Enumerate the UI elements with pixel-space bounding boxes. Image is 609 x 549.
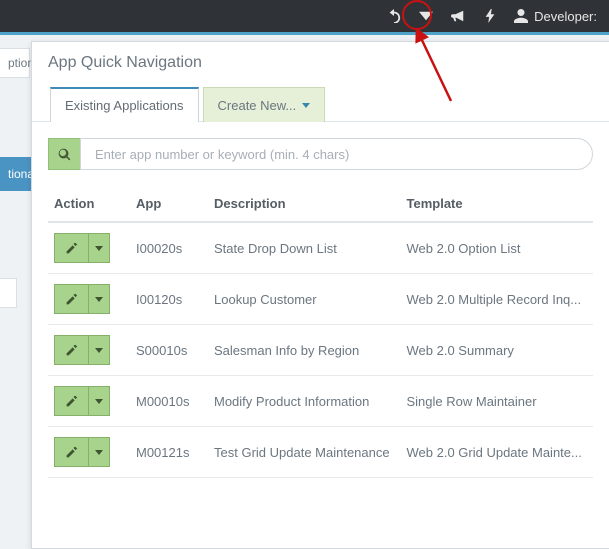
panel-title: App Quick Navigation [32, 42, 609, 86]
cell-app: S00010s [130, 325, 208, 376]
tab-create-new[interactable]: Create New... [203, 87, 326, 122]
col-app: App [130, 188, 208, 222]
table-row: I00120sLookup CustomerWeb 2.0 Multiple R… [48, 274, 593, 325]
col-description: Description [208, 188, 401, 222]
chevron-down-icon [95, 246, 103, 251]
search-input[interactable] [80, 138, 593, 170]
search-row [48, 138, 593, 170]
cell-app: I00120s [130, 274, 208, 325]
panel-body: Action App Description Template I00020sS… [32, 122, 609, 478]
cell-template: Web 2.0 Grid Update Mainte... [401, 427, 594, 478]
chevron-down-icon [302, 103, 310, 108]
bolt-icon[interactable] [476, 2, 504, 30]
table-header-row: Action App Description Template [48, 188, 593, 222]
nav-dropdown-caret-icon[interactable] [412, 2, 440, 30]
quick-nav-panel: App Quick Navigation Existing Applicatio… [31, 41, 609, 549]
cell-description: Test Grid Update Maintenance [208, 427, 401, 478]
topbar: Developer: [0, 0, 609, 32]
table-row: M00121sTest Grid Update MaintenanceWeb 2… [48, 427, 593, 478]
sidebar-fragment-active[interactable]: tiona [0, 157, 35, 191]
megaphone-icon[interactable] [444, 2, 472, 30]
app-table: Action App Description Template I00020sS… [48, 188, 593, 478]
table-row: S00010sSalesman Info by RegionWeb 2.0 Su… [48, 325, 593, 376]
cell-description: Salesman Info by Region [208, 325, 401, 376]
edit-button[interactable] [54, 386, 88, 416]
search-icon [58, 148, 71, 161]
tab-create-label: Create New... [218, 98, 297, 113]
action-dropdown-button[interactable] [88, 386, 110, 416]
search-button[interactable] [48, 138, 80, 170]
cell-description: State Drop Down List [208, 222, 401, 274]
chevron-down-icon [95, 399, 103, 404]
chevron-down-icon [95, 297, 103, 302]
cell-template: Web 2.0 Summary [401, 325, 594, 376]
table-row: I00020sState Drop Down ListWeb 2.0 Optio… [48, 222, 593, 274]
cell-app: M00121s [130, 427, 208, 478]
developer-label: Developer: [534, 9, 597, 24]
edit-button[interactable] [54, 335, 88, 365]
developer-menu[interactable]: Developer: [508, 9, 603, 24]
sidebar-fragment-3[interactable] [0, 278, 17, 308]
user-icon [514, 9, 528, 23]
edit-button[interactable] [54, 437, 88, 467]
cell-template: Web 2.0 Option List [401, 222, 594, 274]
chevron-down-icon [95, 348, 103, 353]
cell-template: Web 2.0 Multiple Record Inq... [401, 274, 594, 325]
chevron-down-icon [95, 450, 103, 455]
cell-template: Single Row Maintainer [401, 376, 594, 427]
edit-icon [65, 446, 78, 459]
undo-icon[interactable] [380, 2, 408, 30]
col-action: Action [48, 188, 130, 222]
cell-app: M00010s [130, 376, 208, 427]
edit-icon [65, 242, 78, 255]
blue-accent-strip [0, 32, 609, 35]
edit-icon [65, 293, 78, 306]
table-row: M00010sModify Product InformationSingle … [48, 376, 593, 427]
tab-existing-applications[interactable]: Existing Applications [50, 87, 199, 122]
edit-icon [65, 344, 78, 357]
cell-description: Modify Product Information [208, 376, 401, 427]
action-dropdown-button[interactable] [88, 284, 110, 314]
cell-app: I00020s [130, 222, 208, 274]
edit-button[interactable] [54, 233, 88, 263]
cell-description: Lookup Customer [208, 274, 401, 325]
action-dropdown-button[interactable] [88, 233, 110, 263]
action-dropdown-button[interactable] [88, 437, 110, 467]
edit-icon [65, 395, 78, 408]
col-template: Template [401, 188, 594, 222]
sidebar-fragment-1[interactable]: ption [0, 48, 30, 78]
tab-row: Existing Applications Create New... [32, 86, 609, 122]
action-dropdown-button[interactable] [88, 335, 110, 365]
edit-button[interactable] [54, 284, 88, 314]
